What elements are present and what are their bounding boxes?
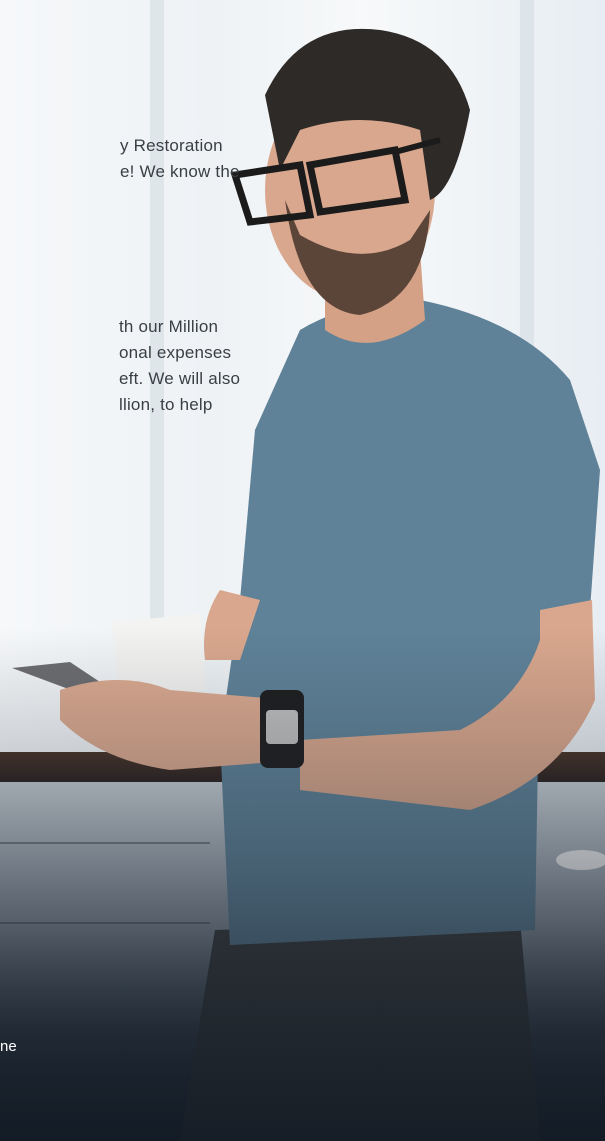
main-paragraph-line: eft. We will also — [119, 369, 241, 388]
main-paragraph-line: th our Million — [119, 317, 219, 336]
intro-paragraph: y Restoration e! We know the — [0, 133, 240, 185]
main-paragraph-line: onal expenses — [119, 343, 232, 362]
main-paragraph: th our Million onal expenses eft. We wil… — [0, 314, 241, 418]
footer-text-fragment: ne — [0, 1038, 17, 1055]
main-paragraph-line: llion, to help — [119, 395, 213, 414]
intro-line: y Restoration — [120, 136, 223, 155]
intro-line: e! We know the — [120, 162, 240, 181]
